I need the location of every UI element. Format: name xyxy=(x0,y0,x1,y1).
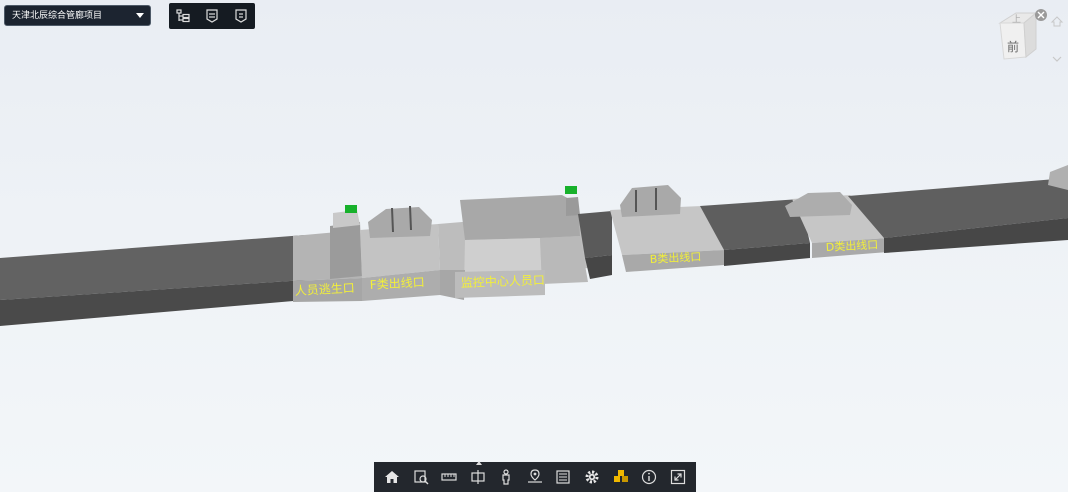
tunnel-mid-1-side xyxy=(585,255,612,279)
d-outlet-roof xyxy=(785,192,852,217)
home-button[interactable] xyxy=(381,466,403,488)
zoom-region-button[interactable] xyxy=(410,466,432,488)
section-button[interactable] xyxy=(467,461,489,488)
project-select[interactable]: 天津北辰综合管廊项目 xyxy=(4,5,151,26)
monitor-building-wall xyxy=(540,236,588,284)
data-panel-button[interactable] xyxy=(203,7,221,25)
bim-viewport[interactable]: 人员逃生口 F类出线口 监控中心人员口 B类出线口 D类出线口 xyxy=(0,0,1068,492)
fullscreen-icon xyxy=(670,469,685,485)
info-panel-icon xyxy=(235,9,247,23)
label-b-outlet: B类出线口 xyxy=(649,249,701,266)
monitor-shaft xyxy=(566,197,580,216)
info-icon xyxy=(641,469,657,485)
section-icon xyxy=(471,470,485,484)
chevron-down-icon[interactable] xyxy=(1052,56,1062,62)
b-outlet-roof xyxy=(620,185,681,217)
chevron-down-icon xyxy=(136,13,144,18)
bottom-toolbar xyxy=(374,461,696,492)
nav-cube-top-label: 上 xyxy=(1012,14,1021,25)
location-icon xyxy=(527,469,542,483)
person-icon xyxy=(502,469,510,485)
label-f-outlet: F类出线口 xyxy=(369,275,425,292)
settings-icon xyxy=(585,470,599,484)
data-panel-icon xyxy=(206,9,218,23)
top-toolbar xyxy=(169,3,255,29)
settings-button[interactable] xyxy=(581,466,603,488)
layer-tree-button[interactable] xyxy=(174,7,192,25)
escape-shaft xyxy=(330,222,362,279)
layer-tree-icon xyxy=(176,9,190,23)
submenu-indicator-icon xyxy=(475,461,482,465)
monitor-building-top xyxy=(460,195,580,240)
person-button[interactable] xyxy=(495,466,517,488)
model-tree-icon xyxy=(613,470,628,482)
list-button[interactable] xyxy=(552,466,574,488)
home-icon xyxy=(385,471,400,483)
info-button[interactable] xyxy=(638,466,660,488)
zoom-region-icon xyxy=(414,470,429,485)
list-icon xyxy=(556,470,571,484)
measure-icon xyxy=(441,473,457,481)
info-panel-button[interactable] xyxy=(232,7,250,25)
nav-cube[interactable]: 上 前 xyxy=(994,9,1068,69)
location-button[interactable] xyxy=(524,466,546,488)
fullscreen-button[interactable] xyxy=(667,466,689,488)
measure-button[interactable] xyxy=(438,466,460,488)
label-d-outlet: D类出线口 xyxy=(825,237,878,254)
home-view-icon[interactable] xyxy=(1050,16,1064,27)
model-tree-button[interactable] xyxy=(610,466,632,488)
project-select-value: 天津北辰综合管廊项目 xyxy=(12,10,103,20)
nav-cube-front-label: 前 xyxy=(1007,39,1019,54)
label-monitor-center: 监控中心人员口 xyxy=(461,272,545,290)
escape-hatch-green xyxy=(345,205,357,213)
f-outlet-roof xyxy=(368,207,432,238)
monitor-hatch-green xyxy=(565,186,577,194)
